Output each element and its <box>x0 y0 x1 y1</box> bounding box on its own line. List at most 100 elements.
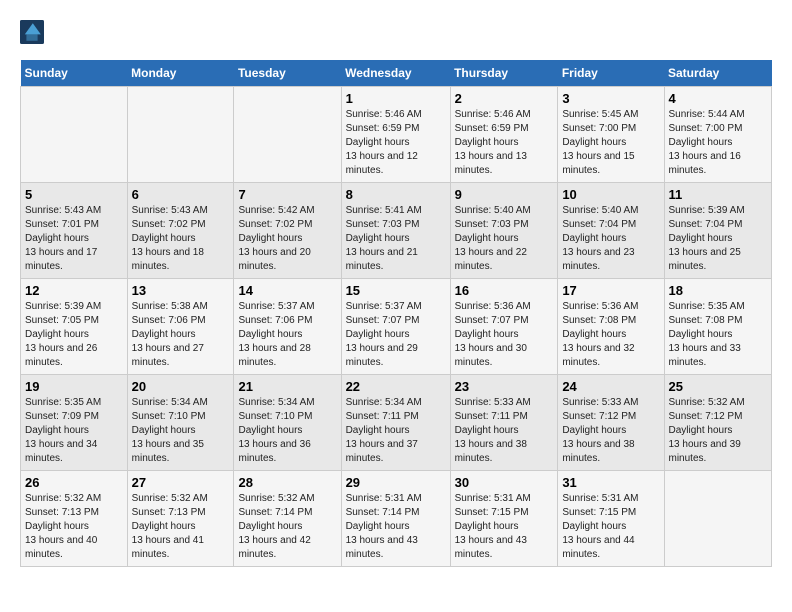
day-number: 30 <box>455 475 554 490</box>
calendar-cell: 1 Sunrise: 5:46 AM Sunset: 6:59 PM Dayli… <box>341 87 450 183</box>
calendar-cell: 13 Sunrise: 5:38 AM Sunset: 7:06 PM Dayl… <box>127 279 234 375</box>
calendar-cell: 14 Sunrise: 5:37 AM Sunset: 7:06 PM Dayl… <box>234 279 341 375</box>
day-number: 27 <box>132 475 230 490</box>
calendar-cell: 15 Sunrise: 5:37 AM Sunset: 7:07 PM Dayl… <box>341 279 450 375</box>
weekday-header: Sunday <box>21 60 128 87</box>
day-number: 19 <box>25 379 123 394</box>
calendar-cell: 28 Sunrise: 5:32 AM Sunset: 7:14 PM Dayl… <box>234 471 341 567</box>
calendar-cell: 27 Sunrise: 5:32 AM Sunset: 7:13 PM Dayl… <box>127 471 234 567</box>
day-number: 3 <box>562 91 659 106</box>
calendar-table: SundayMondayTuesdayWednesdayThursdayFrid… <box>20 60 772 567</box>
calendar-cell: 31 Sunrise: 5:31 AM Sunset: 7:15 PM Dayl… <box>558 471 664 567</box>
page-header <box>20 20 772 44</box>
calendar-cell <box>664 471 772 567</box>
day-number: 29 <box>346 475 446 490</box>
calendar-week-row: 12 Sunrise: 5:39 AM Sunset: 7:05 PM Dayl… <box>21 279 772 375</box>
calendar-cell: 18 Sunrise: 5:35 AM Sunset: 7:08 PM Dayl… <box>664 279 772 375</box>
calendar-cell: 10 Sunrise: 5:40 AM Sunset: 7:04 PM Dayl… <box>558 183 664 279</box>
calendar-cell: 30 Sunrise: 5:31 AM Sunset: 7:15 PM Dayl… <box>450 471 558 567</box>
logo-icon <box>20 20 44 44</box>
calendar-cell <box>127 87 234 183</box>
calendar-cell: 5 Sunrise: 5:43 AM Sunset: 7:01 PM Dayli… <box>21 183 128 279</box>
day-number: 5 <box>25 187 123 202</box>
day-number: 11 <box>669 187 768 202</box>
day-number: 28 <box>238 475 336 490</box>
day-info: Sunrise: 5:37 AM Sunset: 7:07 PM Dayligh… <box>346 300 446 370</box>
calendar-cell: 16 Sunrise: 5:36 AM Sunset: 7:07 PM Dayl… <box>450 279 558 375</box>
calendar-cell: 22 Sunrise: 5:34 AM Sunset: 7:11 PM Dayl… <box>341 375 450 471</box>
day-info: Sunrise: 5:34 AM Sunset: 7:10 PM Dayligh… <box>132 396 230 466</box>
day-number: 12 <box>25 283 123 298</box>
day-info: Sunrise: 5:35 AM Sunset: 7:08 PM Dayligh… <box>669 300 768 370</box>
calendar-cell: 19 Sunrise: 5:35 AM Sunset: 7:09 PM Dayl… <box>21 375 128 471</box>
day-number: 10 <box>562 187 659 202</box>
weekday-header-row: SundayMondayTuesdayWednesdayThursdayFrid… <box>21 60 772 87</box>
day-number: 16 <box>455 283 554 298</box>
day-number: 31 <box>562 475 659 490</box>
day-info: Sunrise: 5:46 AM Sunset: 6:59 PM Dayligh… <box>455 108 554 178</box>
day-info: Sunrise: 5:41 AM Sunset: 7:03 PM Dayligh… <box>346 204 446 274</box>
calendar-week-row: 5 Sunrise: 5:43 AM Sunset: 7:01 PM Dayli… <box>21 183 772 279</box>
day-number: 4 <box>669 91 768 106</box>
day-number: 21 <box>238 379 336 394</box>
calendar-cell: 11 Sunrise: 5:39 AM Sunset: 7:04 PM Dayl… <box>664 183 772 279</box>
calendar-cell <box>234 87 341 183</box>
day-number: 20 <box>132 379 230 394</box>
day-info: Sunrise: 5:40 AM Sunset: 7:04 PM Dayligh… <box>562 204 659 274</box>
calendar-cell: 26 Sunrise: 5:32 AM Sunset: 7:13 PM Dayl… <box>21 471 128 567</box>
day-number: 15 <box>346 283 446 298</box>
calendar-cell: 3 Sunrise: 5:45 AM Sunset: 7:00 PM Dayli… <box>558 87 664 183</box>
calendar-week-row: 19 Sunrise: 5:35 AM Sunset: 7:09 PM Dayl… <box>21 375 772 471</box>
day-info: Sunrise: 5:45 AM Sunset: 7:00 PM Dayligh… <box>562 108 659 178</box>
weekday-header: Friday <box>558 60 664 87</box>
day-number: 2 <box>455 91 554 106</box>
logo <box>20 20 48 44</box>
weekday-header: Monday <box>127 60 234 87</box>
calendar-cell: 6 Sunrise: 5:43 AM Sunset: 7:02 PM Dayli… <box>127 183 234 279</box>
calendar-cell: 20 Sunrise: 5:34 AM Sunset: 7:10 PM Dayl… <box>127 375 234 471</box>
day-info: Sunrise: 5:34 AM Sunset: 7:10 PM Dayligh… <box>238 396 336 466</box>
day-number: 18 <box>669 283 768 298</box>
calendar-cell: 8 Sunrise: 5:41 AM Sunset: 7:03 PM Dayli… <box>341 183 450 279</box>
day-info: Sunrise: 5:39 AM Sunset: 7:05 PM Dayligh… <box>25 300 123 370</box>
weekday-header: Thursday <box>450 60 558 87</box>
day-info: Sunrise: 5:40 AM Sunset: 7:03 PM Dayligh… <box>455 204 554 274</box>
day-number: 23 <box>455 379 554 394</box>
calendar-cell: 21 Sunrise: 5:34 AM Sunset: 7:10 PM Dayl… <box>234 375 341 471</box>
day-info: Sunrise: 5:32 AM Sunset: 7:14 PM Dayligh… <box>238 492 336 562</box>
weekday-header: Saturday <box>664 60 772 87</box>
day-number: 1 <box>346 91 446 106</box>
day-info: Sunrise: 5:35 AM Sunset: 7:09 PM Dayligh… <box>25 396 123 466</box>
day-info: Sunrise: 5:36 AM Sunset: 7:08 PM Dayligh… <box>562 300 659 370</box>
day-info: Sunrise: 5:32 AM Sunset: 7:13 PM Dayligh… <box>132 492 230 562</box>
day-info: Sunrise: 5:38 AM Sunset: 7:06 PM Dayligh… <box>132 300 230 370</box>
day-info: Sunrise: 5:39 AM Sunset: 7:04 PM Dayligh… <box>669 204 768 274</box>
calendar-cell: 23 Sunrise: 5:33 AM Sunset: 7:11 PM Dayl… <box>450 375 558 471</box>
day-info: Sunrise: 5:44 AM Sunset: 7:00 PM Dayligh… <box>669 108 768 178</box>
calendar-cell: 25 Sunrise: 5:32 AM Sunset: 7:12 PM Dayl… <box>664 375 772 471</box>
day-number: 13 <box>132 283 230 298</box>
day-info: Sunrise: 5:37 AM Sunset: 7:06 PM Dayligh… <box>238 300 336 370</box>
day-info: Sunrise: 5:43 AM Sunset: 7:02 PM Dayligh… <box>132 204 230 274</box>
day-info: Sunrise: 5:31 AM Sunset: 7:15 PM Dayligh… <box>562 492 659 562</box>
day-info: Sunrise: 5:33 AM Sunset: 7:11 PM Dayligh… <box>455 396 554 466</box>
calendar-cell: 2 Sunrise: 5:46 AM Sunset: 6:59 PM Dayli… <box>450 87 558 183</box>
day-number: 25 <box>669 379 768 394</box>
day-info: Sunrise: 5:31 AM Sunset: 7:15 PM Dayligh… <box>455 492 554 562</box>
calendar-cell <box>21 87 128 183</box>
day-number: 17 <box>562 283 659 298</box>
day-number: 22 <box>346 379 446 394</box>
day-info: Sunrise: 5:32 AM Sunset: 7:13 PM Dayligh… <box>25 492 123 562</box>
calendar-cell: 12 Sunrise: 5:39 AM Sunset: 7:05 PM Dayl… <box>21 279 128 375</box>
day-info: Sunrise: 5:31 AM Sunset: 7:14 PM Dayligh… <box>346 492 446 562</box>
calendar-cell: 17 Sunrise: 5:36 AM Sunset: 7:08 PM Dayl… <box>558 279 664 375</box>
day-number: 8 <box>346 187 446 202</box>
day-info: Sunrise: 5:32 AM Sunset: 7:12 PM Dayligh… <box>669 396 768 466</box>
day-info: Sunrise: 5:34 AM Sunset: 7:11 PM Dayligh… <box>346 396 446 466</box>
day-number: 9 <box>455 187 554 202</box>
weekday-header: Tuesday <box>234 60 341 87</box>
calendar-cell: 29 Sunrise: 5:31 AM Sunset: 7:14 PM Dayl… <box>341 471 450 567</box>
weekday-header: Wednesday <box>341 60 450 87</box>
day-number: 14 <box>238 283 336 298</box>
calendar-week-row: 26 Sunrise: 5:32 AM Sunset: 7:13 PM Dayl… <box>21 471 772 567</box>
